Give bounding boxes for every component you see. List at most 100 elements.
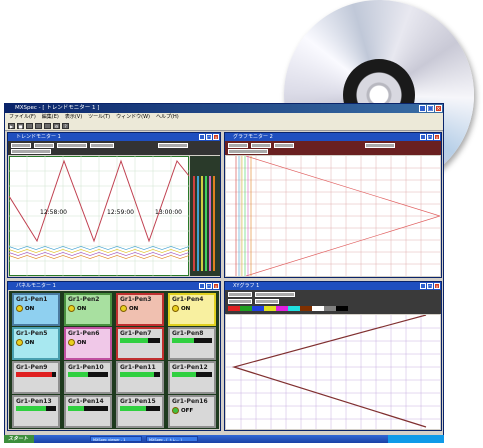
tile-name: Gr1-Pen6 <box>68 330 100 337</box>
panel-maximize-button[interactable]: □ <box>206 282 212 289</box>
tile-name: Gr1-Pen15 <box>120 398 156 405</box>
panel-tile[interactable]: Gr1-Pen4 ON <box>168 293 216 326</box>
tool-stop-icon[interactable]: ■ <box>17 122 24 129</box>
pen-bar <box>193 176 195 271</box>
trend-tool-chip[interactable] <box>158 143 188 148</box>
panel-close-button[interactable]: × <box>213 282 219 289</box>
tool-print-icon[interactable] <box>44 122 51 129</box>
close-button[interactable]: × <box>435 105 442 112</box>
panel-tile[interactable]: Gr1-Pen16 OFF <box>168 395 216 428</box>
graph-close-button[interactable]: × <box>434 133 440 140</box>
trend-chart: 12:58:00 12:59:00 13:00:00 <box>9 156 189 276</box>
status-lamp-icon <box>68 305 75 312</box>
trend-monitor-window: トレンドモニター 1 _ □ × 12:58:00 12:59:00 13:00:0… <box>7 132 221 278</box>
panel-tile[interactable]: Gr1-Pen1 ON <box>12 293 60 326</box>
panel-tile[interactable]: Gr1-Pen14 <box>64 395 112 428</box>
panel-title: パネルモニター 1 <box>16 283 56 289</box>
main-toolbar: ▶ ■ ⚙ ? <box>5 121 443 131</box>
trend-tool-chip[interactable] <box>11 149 51 154</box>
trend-pen-bar-panel <box>190 156 220 276</box>
panel-tile[interactable]: Gr1-Pen13 <box>12 395 60 428</box>
trend-tool-chip[interactable] <box>34 143 54 148</box>
menu-file[interactable]: ファイル(F) <box>9 113 36 121</box>
panel-tile[interactable]: Gr1-Pen9 <box>12 361 60 394</box>
tool-open-icon[interactable] <box>26 122 33 129</box>
tile-level-fill <box>16 406 46 411</box>
panel-tile[interactable]: Gr1-Pen12 <box>168 361 216 394</box>
tile-value: ON <box>16 305 56 312</box>
xy-tool-chip[interactable] <box>255 299 279 304</box>
xy-chart <box>226 315 440 429</box>
trend-maximize-button[interactable]: □ <box>206 133 212 140</box>
pen-bar <box>205 176 207 271</box>
graph-tool-chip[interactable] <box>274 143 294 148</box>
trend-tool-chip[interactable] <box>90 143 114 148</box>
trend-minimize-button[interactable]: _ <box>199 133 205 140</box>
trend-tool-chip[interactable] <box>57 143 87 148</box>
panel-minimize-button[interactable]: _ <box>199 282 205 289</box>
tile-value: OFF <box>172 407 212 414</box>
panel-tile[interactable]: Gr1-Pen7 <box>116 327 164 360</box>
menu-help[interactable]: ヘルプ(H) <box>156 113 179 121</box>
xy-tool-chip[interactable] <box>228 292 252 297</box>
tile-value-text: ON <box>77 306 87 312</box>
graph-titlebar: グラフモニター 2 _ □ × <box>225 133 441 141</box>
panel-tile[interactable]: Gr1-Pen2 ON <box>64 293 112 326</box>
graph-monitor-window: グラフモニター 2 _ □ × <box>224 132 442 278</box>
graph-minimize-button[interactable]: _ <box>420 133 426 140</box>
graph-tool-chip[interactable] <box>228 149 268 154</box>
tile-value: ON <box>16 339 56 346</box>
xy-maximize-button[interactable]: □ <box>427 282 433 289</box>
trend-tool-chip[interactable] <box>11 143 31 148</box>
panel-tile[interactable]: Gr1-Pen6 ON <box>64 327 112 360</box>
tile-level-bar <box>172 372 212 377</box>
tile-value: ON <box>120 305 160 312</box>
menu-window[interactable]: ウィンドウ(W) <box>116 113 150 121</box>
pen-bar <box>197 176 199 271</box>
panel-tile[interactable]: Gr1-Pen8 <box>168 327 216 360</box>
panel-tile[interactable]: Gr1-Pen10 <box>64 361 112 394</box>
panel-tile[interactable]: Gr1-Pen11 <box>116 361 164 394</box>
taskbar-item[interactable]: MXSpec - [ トレ... ] <box>146 436 198 442</box>
maximize-button[interactable]: □ <box>427 105 434 112</box>
tool-settings-icon[interactable]: ⚙ <box>53 122 60 129</box>
xy-minimize-button[interactable]: _ <box>420 282 426 289</box>
tile-value-text: ON <box>25 306 35 312</box>
trend-toolbar <box>8 141 220 155</box>
tile-name: Gr1-Pen13 <box>16 398 52 405</box>
tool-start-icon[interactable]: ▶ <box>8 122 15 129</box>
xy-close-button[interactable]: × <box>434 282 440 289</box>
panel-tile[interactable]: Gr1-Pen15 <box>116 395 164 428</box>
trend-titlebar: トレンドモニター 1 _ □ × <box>8 133 220 141</box>
panel-titlebar: パネルモニター 1 _ □ × <box>8 282 220 290</box>
taskbar-item[interactable]: MXSpec viewer - 1 <box>90 436 142 442</box>
trend-close-button[interactable]: × <box>213 133 219 140</box>
panel-tile[interactable]: Gr1-Pen5 ON <box>12 327 60 360</box>
xy-color-palette[interactable] <box>228 306 348 311</box>
xy-tool-chip[interactable] <box>255 292 295 297</box>
menu-edit[interactable]: 編集(E) <box>42 113 59 121</box>
tile-value: ON <box>68 305 108 312</box>
graph-tool-chip[interactable] <box>251 143 271 148</box>
pen-bar <box>209 176 211 271</box>
menu-view[interactable]: 表示(V) <box>65 113 82 121</box>
start-button[interactable]: スタート <box>4 435 34 443</box>
status-lamp-icon <box>16 305 23 312</box>
tool-help-icon[interactable]: ? <box>62 122 69 129</box>
tile-name: Gr1-Pen7 <box>120 330 152 337</box>
menu-tools[interactable]: ツール(T) <box>88 113 110 121</box>
tool-save-icon[interactable] <box>35 122 42 129</box>
tile-name: Gr1-Pen1 <box>16 296 48 303</box>
xy-tool-chip[interactable] <box>228 299 252 304</box>
panel-tile[interactable]: Gr1-Pen3 ON <box>116 293 164 326</box>
graph-tool-chip[interactable] <box>365 143 395 148</box>
time-tick-label: 12:58:00 <box>40 209 67 216</box>
tile-level-bar <box>172 338 212 343</box>
status-lamp-icon <box>68 339 75 346</box>
tile-level-fill <box>68 406 84 411</box>
tile-name: Gr1-Pen8 <box>172 330 204 337</box>
minimize-button[interactable]: _ <box>419 105 426 112</box>
tile-level-fill <box>68 372 88 377</box>
graph-tool-chip[interactable] <box>228 143 248 148</box>
graph-maximize-button[interactable]: □ <box>427 133 433 140</box>
